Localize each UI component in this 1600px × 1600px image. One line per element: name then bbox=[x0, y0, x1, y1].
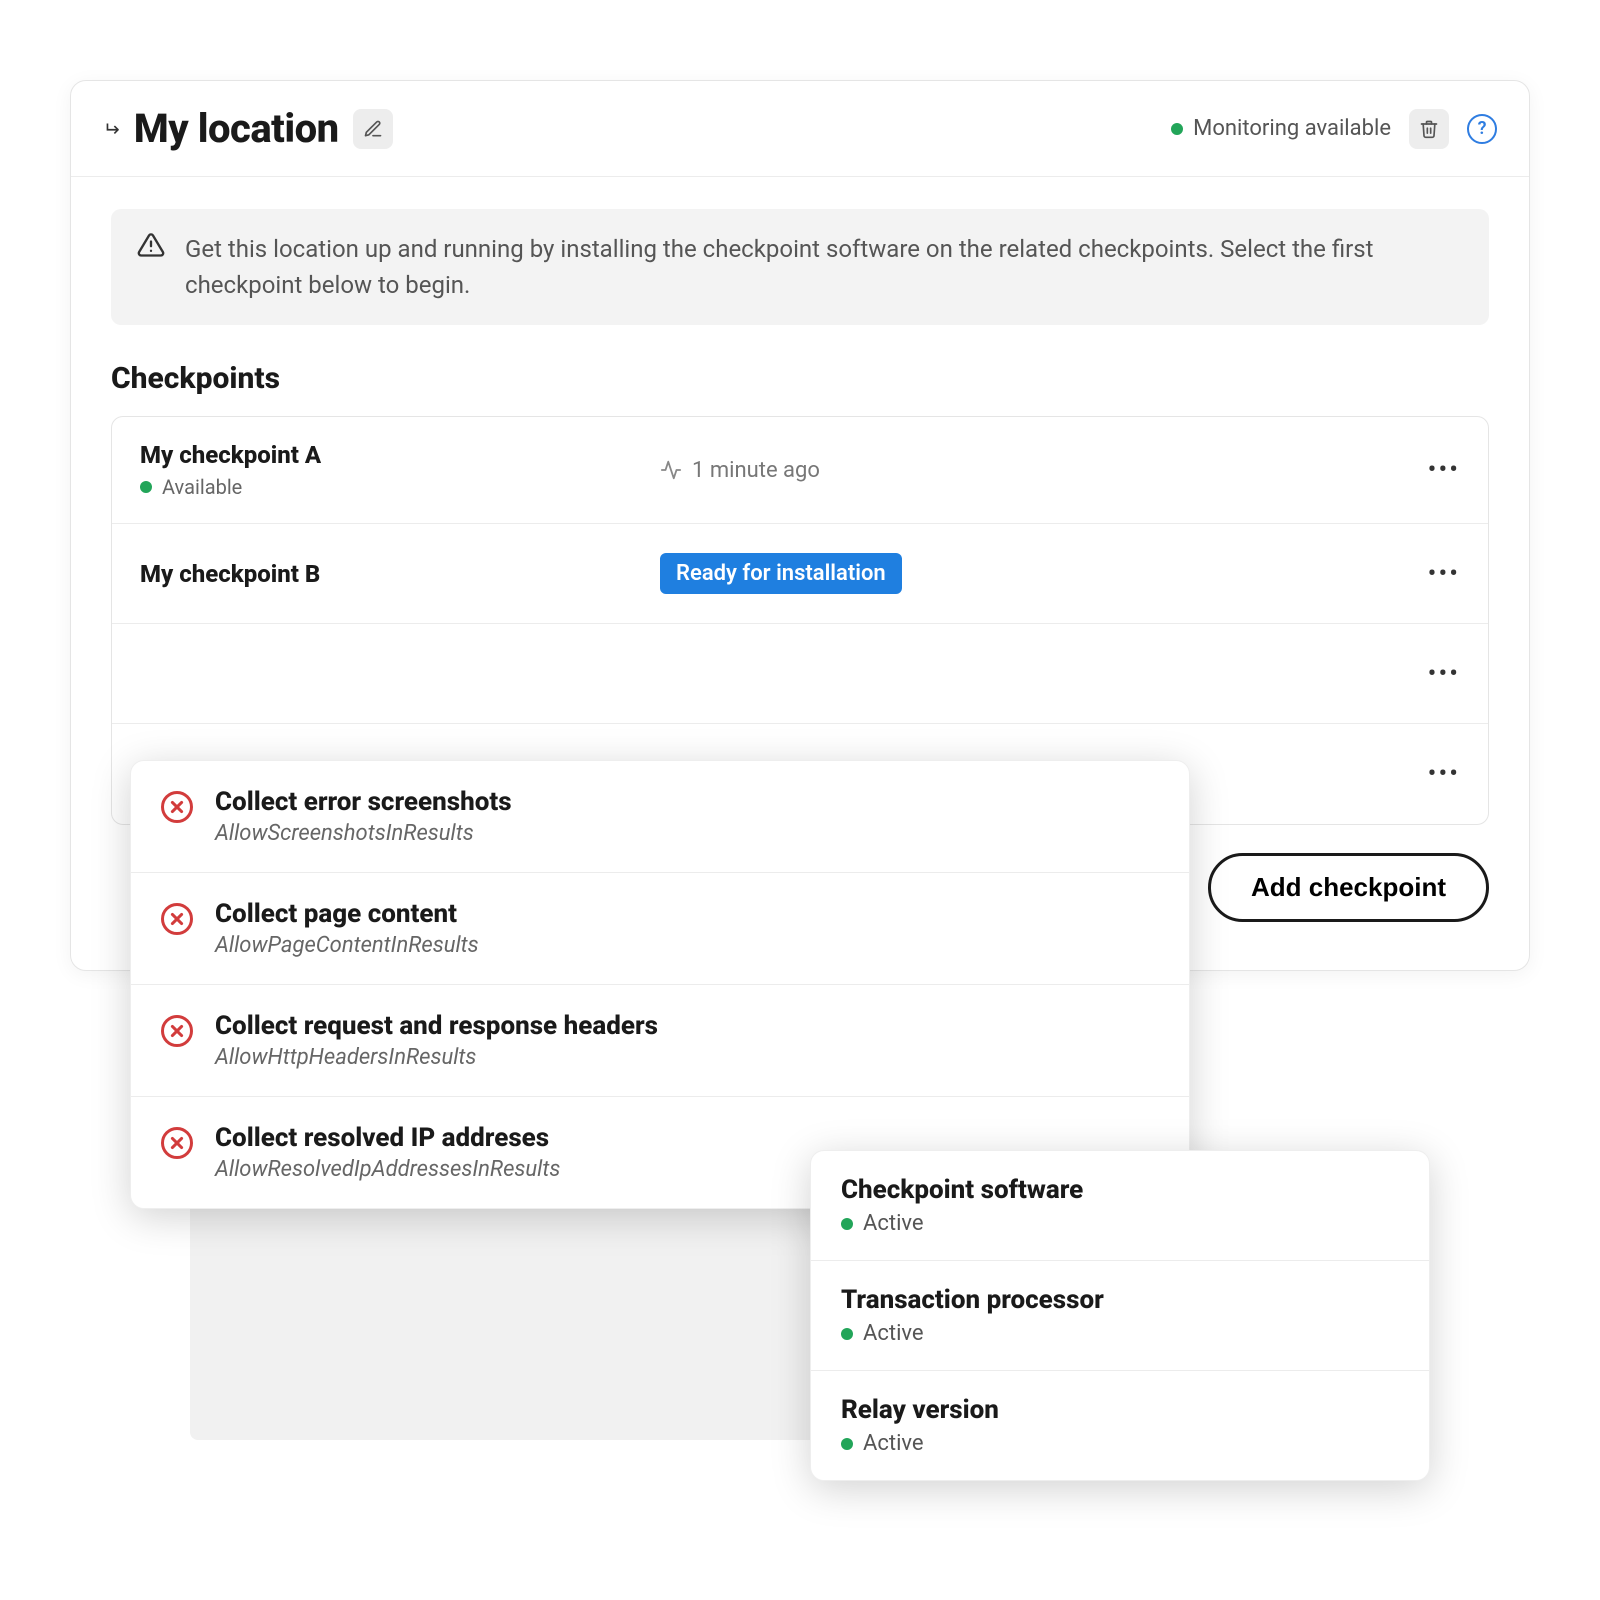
collect-option-row[interactable]: Collect request and response headers All… bbox=[131, 985, 1189, 1097]
collect-settings-popover: Collect error screenshots AllowScreensho… bbox=[130, 760, 1190, 1209]
disabled-icon bbox=[161, 1127, 193, 1159]
pencil-icon bbox=[363, 119, 383, 139]
collect-option-row[interactable]: Collect error screenshots AllowScreensho… bbox=[131, 761, 1189, 873]
activity-icon bbox=[660, 459, 682, 481]
status-component-value: Active bbox=[863, 1431, 924, 1456]
checkpoint-name: My checkpoint A bbox=[140, 441, 660, 469]
checkpoint-row[interactable]: My checkpoint B Ready for installation •… bbox=[112, 524, 1488, 624]
edit-title-button[interactable] bbox=[353, 109, 393, 149]
row-menu-button[interactable]: ••• bbox=[1428, 659, 1460, 689]
disabled-icon bbox=[161, 791, 193, 823]
checkpoint-row[interactable]: My checkpoint A Available 1 minute ago •… bbox=[112, 417, 1488, 524]
help-icon[interactable]: ? bbox=[1467, 114, 1497, 144]
status-component-title: Checkpoint software bbox=[841, 1175, 1399, 1205]
checkpoint-time: 1 minute ago bbox=[692, 458, 820, 483]
row-menu-button[interactable]: ••• bbox=[1428, 455, 1460, 485]
back-icon[interactable]: ↵ bbox=[103, 119, 120, 139]
disabled-icon bbox=[161, 1015, 193, 1047]
collect-option-row[interactable]: Collect page content AllowPageContentInR… bbox=[131, 873, 1189, 985]
checkpoint-row[interactable]: ••• bbox=[112, 624, 1488, 724]
warning-icon bbox=[137, 231, 165, 269]
status-dot-icon bbox=[841, 1328, 853, 1340]
disabled-icon bbox=[161, 903, 193, 935]
collect-option-key: AllowPageContentInResults bbox=[215, 933, 479, 958]
status-dot-icon bbox=[1171, 123, 1183, 135]
checkpoint-status: Available bbox=[162, 475, 242, 499]
status-component-value: Active bbox=[863, 1211, 924, 1236]
row-menu-button[interactable]: ••• bbox=[1428, 559, 1460, 589]
row-menu-button[interactable]: ••• bbox=[1428, 759, 1460, 789]
status-component-value: Active bbox=[863, 1321, 924, 1346]
trash-icon bbox=[1419, 119, 1439, 139]
setup-info-banner: Get this location up and running by inst… bbox=[111, 209, 1489, 325]
install-badge: Ready for installation bbox=[660, 553, 902, 594]
status-component-title: Relay version bbox=[841, 1395, 1399, 1425]
setup-info-text: Get this location up and running by inst… bbox=[185, 231, 1463, 303]
collect-option-title: Collect resolved IP addreses bbox=[215, 1123, 560, 1153]
page-title: My location bbox=[134, 105, 339, 152]
status-component-row: Relay version Active bbox=[811, 1371, 1429, 1480]
component-status-popover: Checkpoint software Active Transaction p… bbox=[810, 1150, 1430, 1481]
monitoring-status: Monitoring available bbox=[1171, 116, 1391, 141]
status-dot-icon bbox=[841, 1218, 853, 1230]
checkpoints-heading: Checkpoints bbox=[111, 361, 1489, 396]
add-checkpoint-button[interactable]: Add checkpoint bbox=[1208, 853, 1489, 922]
monitoring-status-label: Monitoring available bbox=[1193, 116, 1391, 141]
status-dot-icon bbox=[140, 481, 152, 493]
collect-option-key: AllowScreenshotsInResults bbox=[215, 821, 512, 846]
delete-button[interactable] bbox=[1409, 109, 1449, 149]
checkpoint-name: My checkpoint B bbox=[140, 560, 660, 588]
collect-option-key: AllowHttpHeadersInResults bbox=[215, 1045, 658, 1070]
card-header: ↵ My location Monitoring available ? bbox=[71, 81, 1529, 177]
status-component-row: Checkpoint software Active bbox=[811, 1151, 1429, 1261]
collect-option-title: Collect page content bbox=[215, 899, 479, 929]
collect-option-title: Collect error screenshots bbox=[215, 787, 512, 817]
status-component-row: Transaction processor Active bbox=[811, 1261, 1429, 1371]
collect-option-title: Collect request and response headers bbox=[215, 1011, 658, 1041]
status-dot-icon bbox=[841, 1438, 853, 1450]
collect-option-key: AllowResolvedIpAddressesInResults bbox=[215, 1157, 560, 1182]
status-component-title: Transaction processor bbox=[841, 1285, 1399, 1315]
